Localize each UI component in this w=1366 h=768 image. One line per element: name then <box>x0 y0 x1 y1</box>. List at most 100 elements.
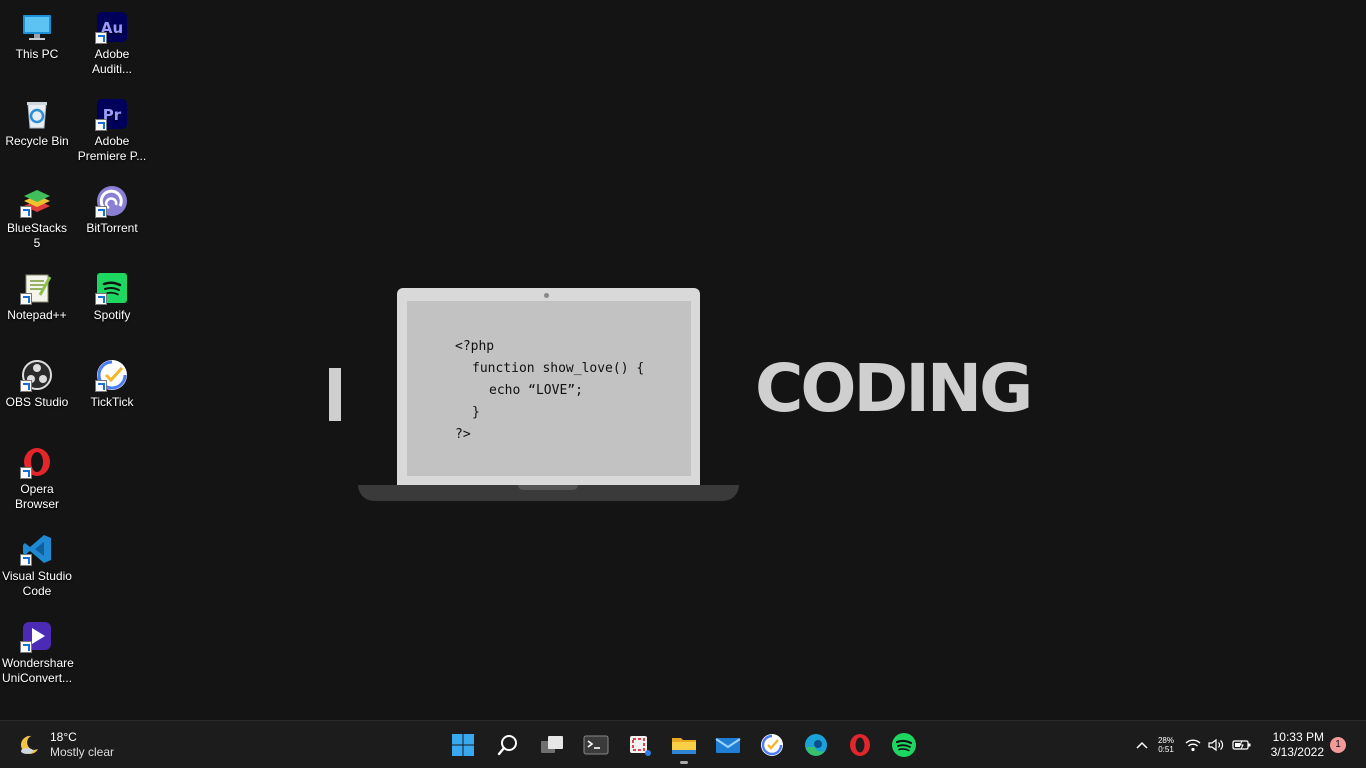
desktop-icon-label: Notepad++ <box>7 308 67 322</box>
shortcut-arrow-icon <box>20 293 32 305</box>
code-line-5: ?> <box>455 427 471 442</box>
wifi-icon <box>1185 739 1201 752</box>
laptop-screen: <?php function show_love() { echo “LOVE”… <box>407 301 691 476</box>
code-line-3: echo “LOVE”; <box>489 383 583 398</box>
opera-taskbar-button[interactable] <box>844 729 876 761</box>
windows-start-icon <box>452 734 474 756</box>
network-download: 0:51 <box>1158 745 1174 754</box>
shortcut-arrow-icon <box>20 467 32 479</box>
adobe-audition-icon: Au <box>95 10 129 44</box>
taskbar: 18°C Mostly clear 28% 0:51 10:33 PM 3/13… <box>0 720 1366 768</box>
code-line-2: function show_love() { <box>472 361 645 376</box>
clock-time: 10:33 PM <box>1272 730 1324 744</box>
desktop-icon-label: Recycle Bin <box>5 134 69 148</box>
edge-icon <box>805 734 827 756</box>
chevron-up-icon <box>1136 741 1148 749</box>
speaker-icon <box>1208 738 1224 752</box>
search-button[interactable] <box>492 729 524 761</box>
opera-icon <box>20 445 54 479</box>
bittorrent-icon <box>95 184 129 218</box>
shortcut-arrow-icon <box>95 206 107 218</box>
desktop-icon-adobe-premiere[interactable]: Pr Adobe Premiere P... <box>75 91 149 164</box>
weather-temperature: 18°C <box>50 730 77 744</box>
running-indicator <box>680 761 688 764</box>
desktop-icon-adobe-audition[interactable]: Au Adobe Auditi... <box>75 4 149 77</box>
uniconverter-icon <box>20 619 54 653</box>
desktop-icon-label: This PC <box>15 47 59 61</box>
wallpaper-laptop-lid: <?php function show_love() { echo “LOVE”… <box>397 288 700 486</box>
desktop-icon-notepad-plus-plus[interactable]: Notepad++ <box>0 265 74 323</box>
shortcut-arrow-icon <box>95 119 107 131</box>
desktop-icon-label: Adobe Premiere P... <box>77 134 147 163</box>
desktop-icon-opera[interactable]: Opera Browser <box>0 439 74 512</box>
ticktick-taskbar-button[interactable] <box>756 729 788 761</box>
monitor-icon <box>20 10 54 44</box>
network-upload: 28% <box>1157 736 1174 745</box>
adobe-premiere-icon: Pr <box>95 97 129 131</box>
desktop-icon-label: Visual Studio Code <box>2 569 72 598</box>
shortcut-arrow-icon <box>95 32 107 44</box>
desktop-icon-ticktick[interactable]: TickTick <box>75 352 149 410</box>
desktop-icon-label: OBS Studio <box>5 395 69 409</box>
volume-control[interactable] <box>1207 735 1225 755</box>
battery-status[interactable] <box>1231 735 1253 755</box>
wifi-status[interactable] <box>1184 735 1202 755</box>
mail-button[interactable] <box>712 729 744 761</box>
ticktick-icon <box>95 358 129 392</box>
search-icon <box>497 735 517 756</box>
battery-charging-icon <box>1232 740 1251 750</box>
wallpaper-laptop-base <box>358 485 739 501</box>
desktop-icon-vscode[interactable]: Visual Studio Code <box>0 526 74 599</box>
wallpaper-word-coding: CODING <box>755 350 1033 427</box>
edge-button[interactable] <box>800 729 832 761</box>
spotify-taskbar-button[interactable] <box>888 729 920 761</box>
desktop-icon-bluestacks[interactable]: BlueStacks 5 <box>0 178 74 251</box>
spotify-icon <box>892 733 916 757</box>
file-explorer-button[interactable] <box>668 729 700 764</box>
code-line-1: <?php <box>455 339 495 354</box>
clock[interactable]: 10:33 PM 3/13/2022 <box>1262 730 1324 760</box>
code-line-4: } <box>472 405 480 420</box>
desktop-icon-uniconverter[interactable]: Wondershare UniConvert... <box>0 613 74 686</box>
bluestacks-icon <box>20 184 54 218</box>
shortcut-arrow-icon <box>20 206 32 218</box>
shortcut-arrow-icon <box>95 293 107 305</box>
terminal-icon <box>583 735 609 755</box>
desktop-icon-obs-studio[interactable]: OBS Studio <box>0 352 74 410</box>
shortcut-arrow-icon <box>20 380 32 392</box>
desktop-icon-this-pc[interactable]: This PC <box>0 4 74 62</box>
notepad-plus-plus-icon <box>20 271 54 305</box>
desktop-icon-label: TickTick <box>90 395 134 409</box>
terminal-button[interactable] <box>580 729 612 761</box>
spotify-icon <box>95 271 129 305</box>
desktop-icon-label: Spotify <box>93 308 131 322</box>
desktop-icon-recycle-bin[interactable]: Recycle Bin <box>0 91 74 149</box>
shortcut-arrow-icon <box>20 641 32 653</box>
notification-center-badge[interactable]: 1 <box>1330 737 1346 753</box>
desktop-icon-label: BlueStacks 5 <box>6 221 68 250</box>
start-button[interactable] <box>447 729 479 761</box>
vscode-icon <box>20 532 54 566</box>
show-hidden-icons-button[interactable] <box>1133 735 1151 755</box>
ticktick-icon <box>761 734 783 756</box>
wallpaper-letter-i: I <box>329 368 341 421</box>
shortcut-arrow-icon <box>20 554 32 566</box>
desktop-icon-label: BitTorrent <box>86 221 138 235</box>
obs-studio-icon <box>20 358 54 392</box>
laptop-notch <box>518 485 578 490</box>
network-speed-meter[interactable]: 28% 0:51 <box>1155 735 1177 755</box>
snipping-tool-button[interactable] <box>624 729 656 761</box>
moon-icon <box>18 734 40 756</box>
weather-widget[interactable]: 18°C Mostly clear <box>18 729 114 761</box>
folder-icon <box>672 738 696 754</box>
clock-date: 3/13/2022 <box>1270 745 1324 759</box>
mail-icon <box>715 738 741 753</box>
desktop-icon-bittorrent[interactable]: BitTorrent <box>75 178 149 236</box>
desktop-icon-spotify[interactable]: Spotify <box>75 265 149 323</box>
desktop-icon-label: Opera Browser <box>14 482 59 511</box>
desktop[interactable]: This PC Recycle Bin BlueStacks 5 Notepad… <box>0 0 1366 720</box>
shortcut-arrow-icon <box>95 380 107 392</box>
opera-icon <box>850 734 870 756</box>
laptop-camera <box>544 293 549 298</box>
task-view-button[interactable] <box>536 729 568 761</box>
